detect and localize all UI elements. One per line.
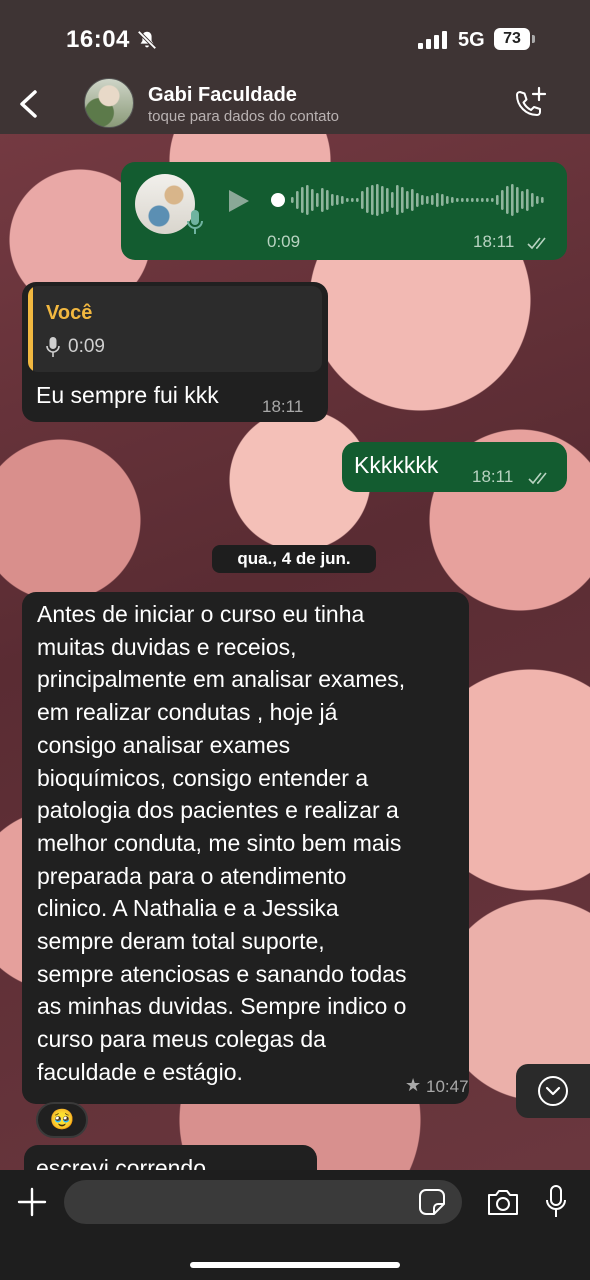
waveform-bar xyxy=(386,188,389,212)
signal-icon xyxy=(418,31,447,49)
battery-level: 73 xyxy=(494,28,530,50)
waveform-bar xyxy=(531,193,534,207)
waveform-bar xyxy=(521,191,524,209)
waveform-bar xyxy=(391,192,394,208)
battery-indicator: 73 xyxy=(494,28,535,50)
voice-waveform[interactable] xyxy=(271,182,551,218)
message-time: 10:47 xyxy=(426,1077,469,1096)
waveform-bar xyxy=(451,197,454,203)
waveform-bar xyxy=(346,198,349,202)
waveform-bar xyxy=(446,196,449,204)
waveform-bar xyxy=(296,191,299,209)
avatar[interactable] xyxy=(84,78,134,128)
waveform-bar xyxy=(441,194,444,206)
waveform-bar xyxy=(326,190,329,210)
waveform-bar xyxy=(536,196,539,204)
mic-icon xyxy=(46,337,60,357)
waveform-bar xyxy=(486,198,489,202)
waveform-bar xyxy=(356,198,359,202)
plus-icon[interactable] xyxy=(16,1186,48,1218)
waveform-bar xyxy=(471,198,474,202)
message-input[interactable] xyxy=(64,1180,462,1224)
date-separator: qua., 4 de jun. xyxy=(212,545,376,573)
waveform-bar xyxy=(511,184,514,216)
scroll-to-bottom-button[interactable] xyxy=(516,1064,590,1118)
back-button[interactable] xyxy=(14,84,44,124)
status-time: 16:04 xyxy=(66,26,130,53)
waveform-bar xyxy=(476,198,479,202)
message-time: 18:11 xyxy=(472,467,514,486)
waveform-bar xyxy=(431,195,434,205)
waveform-bar xyxy=(311,189,314,211)
double-check-icon xyxy=(527,237,546,250)
voice-duration: 0:09 xyxy=(267,232,301,251)
waveform-bar xyxy=(351,198,354,202)
play-icon[interactable] xyxy=(227,188,251,214)
waveform-bar xyxy=(361,191,364,209)
waveform-bar xyxy=(426,196,429,204)
network-label: 5G xyxy=(458,29,485,51)
waveform-bar xyxy=(466,198,469,202)
contact-subtitle[interactable]: toque para dados do contato xyxy=(148,108,339,125)
mic-icon xyxy=(187,210,203,234)
waveform-bar xyxy=(506,186,509,214)
quote-author: Você xyxy=(46,302,93,324)
waveform-bar xyxy=(301,187,304,213)
waveform-bar xyxy=(421,195,424,205)
waveform-bar xyxy=(496,195,499,205)
waveform-bar xyxy=(516,187,519,213)
outgoing-message-bubble[interactable]: Kkkkkkk 18:11 xyxy=(342,442,567,492)
message-composer xyxy=(0,1170,590,1280)
waveform-bar xyxy=(406,191,409,209)
waveform-bar xyxy=(491,198,494,202)
quoted-message[interactable]: Você 0:09 xyxy=(28,286,322,372)
waveform-bar xyxy=(371,185,374,215)
message-time: 18:11 xyxy=(262,397,304,416)
waveform-bar xyxy=(316,193,319,207)
home-indicator xyxy=(190,1262,400,1268)
waveform-bar xyxy=(411,189,414,211)
waveform-bar xyxy=(481,198,484,202)
quote-duration: 0:09 xyxy=(68,336,105,357)
sticker-icon[interactable] xyxy=(418,1188,446,1216)
star-icon: ★ xyxy=(405,1075,422,1095)
waveform-bar xyxy=(366,187,369,213)
incoming-message-bubble[interactable]: Você 0:09 Eu sempre fui kkk 18:11 xyxy=(22,282,328,422)
waveform-bar xyxy=(341,196,344,204)
bell-slash-icon xyxy=(137,30,157,50)
waveform-bar xyxy=(291,197,294,203)
waveform-bar xyxy=(331,194,334,206)
waveform-bar xyxy=(501,190,504,210)
voice-message-bubble[interactable]: 0:09 18:11 xyxy=(121,162,567,260)
status-bar: 16:04 5G 73 xyxy=(0,0,590,76)
waveform-bar xyxy=(541,197,544,203)
waveform-bar xyxy=(436,193,439,207)
message-text: Kkkkkkk xyxy=(354,452,439,478)
waveform-bar xyxy=(456,198,459,202)
quote-accent-bar xyxy=(28,286,33,372)
waveform-bar xyxy=(321,188,324,212)
incoming-message-bubble[interactable]: Antes de iniciar o curso eu tinha muitas… xyxy=(22,592,469,1104)
chat-header: Gabi Faculdade toque para dados do conta… xyxy=(0,76,590,134)
contact-name[interactable]: Gabi Faculdade xyxy=(148,84,297,107)
message-text: Antes de iniciar o curso eu tinha muitas… xyxy=(37,601,407,1085)
message-time: 18:11 xyxy=(473,232,515,251)
double-check-icon xyxy=(528,472,547,485)
chevron-down-icon xyxy=(538,1076,568,1106)
message-reaction[interactable]: 🥹 xyxy=(36,1102,88,1138)
waveform-bar xyxy=(376,184,379,216)
add-call-icon[interactable] xyxy=(512,86,548,122)
message-text: Eu sempre fui kkk xyxy=(36,382,219,408)
waveform-bar xyxy=(336,195,339,205)
waveform-playhead xyxy=(271,193,285,207)
camera-icon[interactable] xyxy=(486,1186,520,1218)
waveform-bar xyxy=(396,185,399,215)
mic-icon[interactable] xyxy=(544,1184,568,1220)
waveform-bar xyxy=(381,186,384,214)
waveform-bar xyxy=(401,187,404,213)
waveform-bar xyxy=(416,193,419,207)
waveform-bar xyxy=(306,185,309,215)
waveform-bar xyxy=(526,189,529,211)
waveform-bar xyxy=(461,198,464,202)
